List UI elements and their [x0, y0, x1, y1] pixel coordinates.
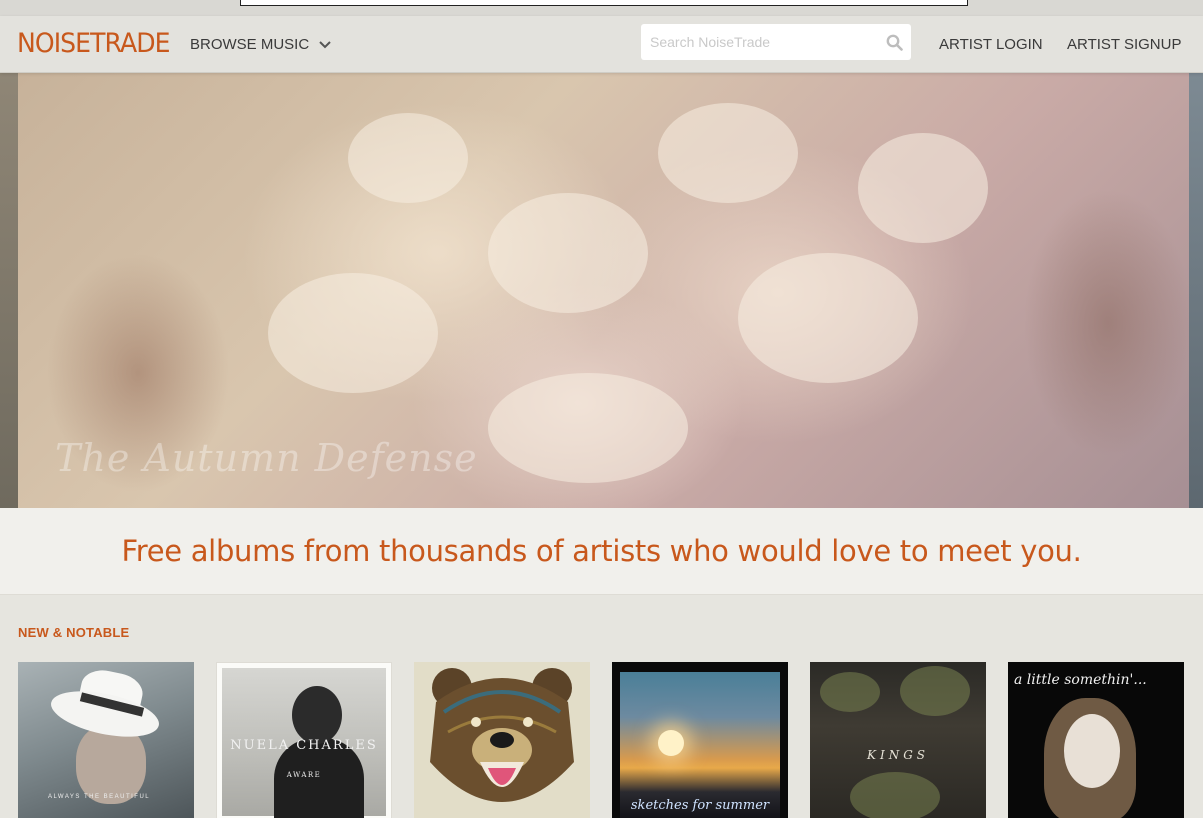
album-cover-title: NUELA CHARLES	[230, 738, 378, 753]
hero-banner[interactable]: The Autumn Defense	[0, 73, 1203, 508]
artist-signup-link[interactable]: ARTIST SIGNUP	[1067, 35, 1181, 55]
cover-art: sketches for summer	[620, 672, 780, 818]
artist-login-link[interactable]: ARTIST LOGIN	[939, 35, 1043, 55]
cover-art-foliage	[850, 772, 940, 818]
noisetrade-logo[interactable]: NOISETRADE	[17, 28, 171, 60]
flower-petal	[858, 133, 988, 243]
chevron-down-icon	[319, 41, 331, 49]
flower-petal	[488, 193, 648, 313]
tagline: Free albums from thousands of artists wh…	[121, 534, 1082, 568]
album-cover-subtitle: AWARE	[286, 771, 322, 779]
album-cover[interactable]: ALWAYS THE BEAUTIFUL	[18, 662, 194, 818]
cover-art-sun	[658, 730, 684, 756]
flower-petal	[268, 273, 438, 393]
browser-top-strip	[0, 0, 1203, 16]
album-cover[interactable]: NUELA CHARLES AWARE	[216, 662, 392, 818]
browse-music-menu[interactable]: BROWSE MUSIC	[190, 35, 331, 55]
cover-art: NUELA CHARLES AWARE	[222, 668, 386, 818]
browse-music-label: BROWSE MUSIC	[190, 36, 310, 53]
album-cover-title: a little somethin'...	[1014, 672, 1147, 688]
search-icon[interactable]	[886, 34, 903, 51]
cover-art-foliage	[820, 672, 880, 712]
browser-address-bar	[240, 0, 968, 6]
cover-art-head	[292, 686, 342, 744]
album-cover[interactable]: a little somethin'...	[1008, 662, 1184, 818]
hero-prev-slide-edge	[0, 73, 18, 508]
cover-art-face	[1064, 714, 1120, 788]
album-cover[interactable]: KINGS	[810, 662, 986, 818]
album-cover-title: KINGS	[866, 748, 929, 762]
tagline-section: Free albums from thousands of artists wh…	[0, 508, 1203, 595]
new-notable-heading: NEW & NOTABLE	[18, 625, 130, 640]
album-cover-text: ALWAYS THE BEAUTIFUL	[48, 794, 151, 800]
flower-petal	[658, 103, 798, 203]
album-cover-title: sketches for summer	[630, 798, 770, 813]
search-input[interactable]	[641, 24, 881, 60]
flower-petal	[738, 253, 918, 383]
flower-petal	[488, 373, 688, 483]
cover-art-foliage	[900, 666, 970, 716]
bear-illustration	[430, 668, 574, 802]
search-box	[641, 24, 911, 60]
album-cover[interactable]: sketches for summer	[612, 662, 788, 818]
hero-next-slide-edge	[1189, 73, 1203, 508]
site-header: NOISETRADE BROWSE MUSIC ARTIST LOGIN ART…	[0, 16, 1203, 73]
hero-caption: The Autumn Defense	[55, 436, 478, 480]
flower-petal	[348, 113, 468, 203]
album-cover[interactable]	[414, 662, 590, 818]
